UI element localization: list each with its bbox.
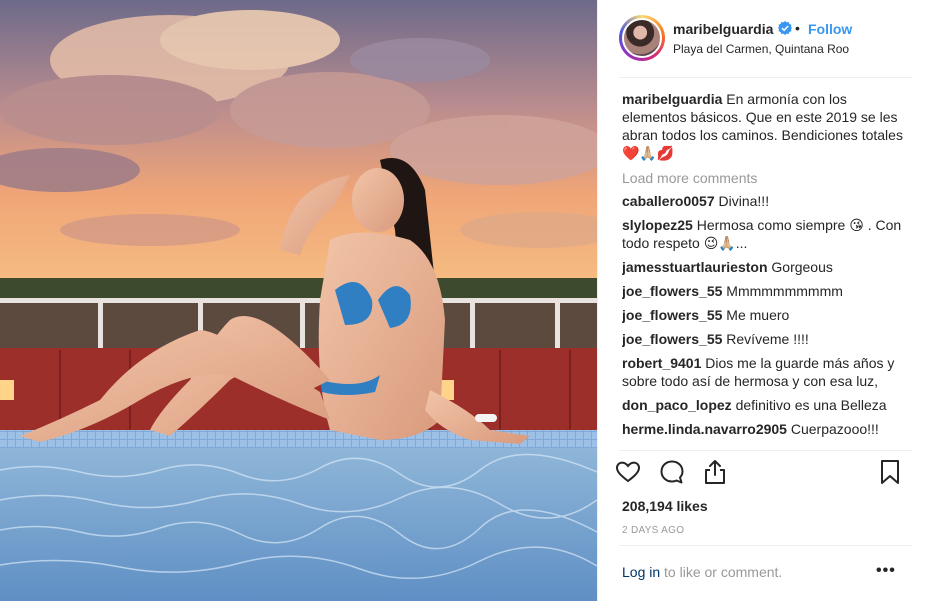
comment-text: Mmmmmmmmmm (726, 283, 843, 299)
post-photo[interactable] (0, 0, 597, 601)
instagram-post: maribelguardia • Follow Playa del Carmen… (0, 0, 932, 601)
comment-username[interactable]: joe_flowers_55 (622, 307, 722, 323)
speech-bubble-icon[interactable] (658, 458, 686, 486)
bookmark-icon[interactable] (876, 458, 904, 486)
caption-username[interactable]: maribelguardia (622, 91, 722, 107)
post-side-panel: maribelguardia • Follow Playa del Carmen… (597, 0, 932, 601)
comment-text: Revíveme !!!! (726, 331, 809, 347)
comment-username[interactable]: don_paco_lopez (622, 397, 732, 413)
verified-badge-icon (778, 21, 792, 35)
comment-username[interactable]: slylopez25 (622, 217, 693, 233)
comment-item: caballero0057 Divina!!! (622, 192, 909, 210)
caption-emojis: ❤️🙏🏼💋 (622, 145, 675, 161)
share-upload-icon[interactable] (701, 458, 729, 486)
comment-username[interactable]: herme.linda.navarro2905 (622, 421, 787, 437)
comment-username[interactable]: jamesstuartlaurieston (622, 259, 768, 275)
caption: maribelguardia En armonía con los elemen… (622, 90, 909, 162)
separator-dot: • (795, 20, 800, 36)
more-options-button[interactable]: ••• (876, 562, 896, 580)
wall-light-left (0, 380, 14, 400)
header-divider (619, 77, 912, 78)
action-bar (598, 458, 932, 490)
pool-water (0, 448, 597, 601)
comment-text: Me muero (726, 307, 790, 323)
comment-item: joe_flowers_55 Mmmmmmmmmm (622, 282, 909, 300)
comment-item: don_paco_lopez definitivo es una Belleza (622, 396, 909, 414)
comment-username[interactable]: joe_flowers_55 (622, 283, 722, 299)
comment-text: Cuerpazooo!!! (790, 421, 879, 437)
comment-item: herme.linda.navarro2905 Cuerpazooo!!! (622, 420, 909, 438)
comment-username[interactable]: caballero0057 (622, 193, 715, 209)
comment-username[interactable]: joe_flowers_55 (622, 331, 722, 347)
avatar-story-ring[interactable] (619, 15, 665, 61)
load-more-comments-button[interactable]: Load more comments (622, 170, 909, 186)
login-suffix: to like or comment. (660, 564, 783, 580)
comment-item: joe_flowers_55 Me muero (622, 306, 909, 324)
comment-item: slylopez25 Hermosa como siempre 😘 . Con … (622, 216, 909, 252)
comment-list: caballero0057 Divina!!! slylopez25 Hermo… (622, 192, 909, 438)
heart-outline-icon[interactable] (614, 458, 642, 486)
comment-text: definitivo es una Belleza (735, 397, 887, 413)
login-link[interactable]: Log in (622, 564, 660, 580)
header-username[interactable]: maribelguardia (673, 21, 773, 37)
likes-count[interactable]: 208,194 likes (622, 498, 708, 514)
follow-button[interactable]: Follow (808, 21, 852, 37)
comments-section: maribelguardia En armonía con los elemen… (622, 90, 909, 450)
comment-item: joe_flowers_55 Revíveme !!!! (622, 330, 909, 348)
comment-item: jamesstuartlaurieston Gorgeous (622, 258, 909, 276)
railing-backdrop (0, 300, 597, 348)
post-header: maribelguardia • Follow Playa del Carmen… (598, 0, 932, 78)
comment-username[interactable]: robert_9401 (622, 355, 701, 371)
login-divider (619, 545, 912, 546)
comment-text: Divina!!! (718, 193, 770, 209)
comment-text: Gorgeous (771, 259, 833, 275)
post-timestamp[interactable]: 2 DAYS AGO (622, 525, 684, 536)
actions-divider (619, 450, 912, 451)
comment-item: robert_9401 Dios me la guarde más años y… (622, 354, 909, 390)
login-prompt: Log in to like or comment. (622, 564, 782, 580)
photo-scene (0, 0, 597, 601)
avatar[interactable] (622, 18, 662, 58)
location-link[interactable]: Playa del Carmen, Quintana Roo (673, 42, 849, 56)
